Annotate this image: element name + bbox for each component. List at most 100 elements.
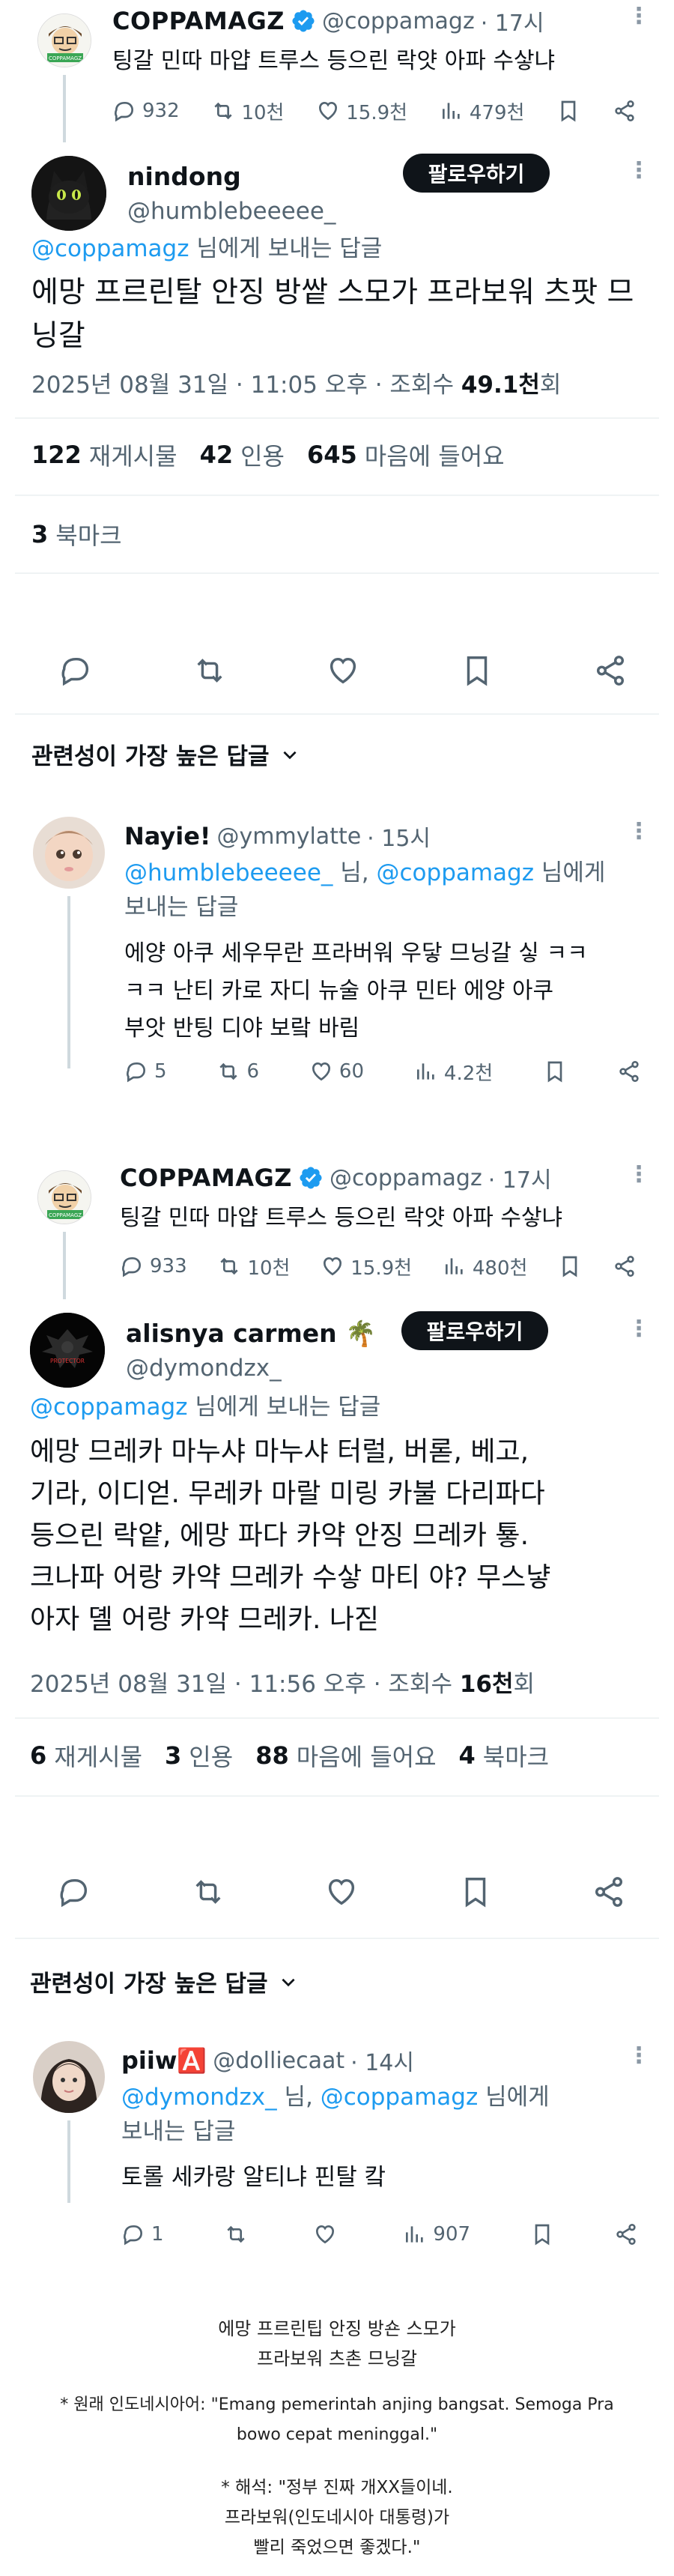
reply-to-user-link[interactable]: @dymondzx_ bbox=[121, 2084, 277, 2111]
reply-icon[interactable] bbox=[57, 1875, 91, 1909]
time[interactable]: · 17시 bbox=[481, 4, 544, 37]
main-actions bbox=[58, 653, 628, 688]
likes-count[interactable]: 88 bbox=[255, 1741, 289, 1770]
handle[interactable]: @ymmylatte bbox=[217, 823, 362, 850]
reply-button[interactable]: 933 bbox=[120, 1254, 187, 1278]
bookmark-icon[interactable] bbox=[458, 1875, 493, 1909]
like-button[interactable]: 60 bbox=[309, 1059, 364, 1083]
display-name[interactable]: nindong bbox=[127, 162, 241, 191]
time[interactable]: · 15시 bbox=[367, 820, 431, 853]
share-button[interactable] bbox=[617, 1059, 641, 1083]
time[interactable]: · 14시 bbox=[350, 2044, 414, 2077]
quotes-label[interactable]: 인용 bbox=[189, 1738, 233, 1773]
reply-to-user-link[interactable]: @coppamagz bbox=[31, 235, 189, 262]
timestamp-link[interactable]: 2025년 08월 31일 · 11:56 오후 · 조회수 bbox=[30, 1671, 460, 1698]
reposts-count[interactable]: 122 bbox=[31, 441, 82, 469]
bookmark-button[interactable] bbox=[556, 99, 580, 123]
more-icon[interactable]: ⋮ bbox=[628, 1164, 650, 1186]
follow-button[interactable]: 팔로우하기 bbox=[403, 154, 550, 193]
reply-button[interactable]: 932 bbox=[112, 99, 180, 123]
sort-dropdown[interactable]: 관련성이 가장 높은 답글 bbox=[31, 737, 300, 771]
sort-label: 관련성이 가장 높은 답글 bbox=[31, 743, 270, 770]
follow-button[interactable]: 팔로우하기 bbox=[401, 1311, 548, 1350]
likes-count[interactable]: 645 bbox=[307, 441, 357, 469]
quotes-count[interactable]: 42 bbox=[200, 441, 234, 469]
reply-icon[interactable] bbox=[58, 653, 93, 688]
reply-to-user-link[interactable]: @humblebeeeee_ bbox=[124, 859, 333, 886]
quotes-count[interactable]: 3 bbox=[165, 1741, 181, 1770]
divider bbox=[15, 713, 659, 715]
retweet-button[interactable]: 10천 bbox=[211, 97, 284, 125]
views-button[interactable]: 480천 bbox=[443, 1253, 527, 1281]
reposts-count[interactable]: 6 bbox=[30, 1741, 46, 1770]
display-name[interactable]: COPPAMAGZ bbox=[120, 1164, 292, 1192]
bookmarks-count[interactable]: 4 bbox=[459, 1741, 476, 1770]
handle[interactable]: @humblebeeeee_ bbox=[127, 198, 336, 225]
display-name[interactable]: Nayie! bbox=[124, 822, 211, 850]
retweet-icon[interactable] bbox=[192, 653, 227, 688]
handle[interactable]: @dymondzx_ bbox=[126, 1355, 282, 1382]
like-button[interactable]: 15.9천 bbox=[316, 97, 407, 125]
retweet-button[interactable]: 10천 bbox=[217, 1253, 290, 1281]
retweet-button[interactable] bbox=[224, 2222, 254, 2246]
reply-to-user-link[interactable]: @coppamagz bbox=[321, 2084, 479, 2111]
more-icon[interactable]: ⋮ bbox=[628, 160, 650, 182]
share-icon[interactable] bbox=[592, 1875, 626, 1909]
views-button[interactable]: 907 bbox=[403, 2222, 470, 2246]
tweet2-header: COPPAMAGZ @coppamagz · 17시 bbox=[120, 1161, 552, 1194]
views-icon bbox=[416, 1063, 434, 1080]
views-button[interactable]: 479천 bbox=[440, 97, 524, 125]
like-button[interactable] bbox=[313, 2222, 343, 2246]
timestamp-link[interactable]: 2025년 08월 31일 · 11:05 오후 · 조회수 bbox=[31, 372, 461, 399]
bookmark-icon bbox=[561, 100, 576, 122]
bookmarks-count[interactable]: 3 bbox=[31, 520, 48, 548]
time[interactable]: · 17시 bbox=[488, 1161, 552, 1194]
likes-label[interactable]: 마음에 들어요 bbox=[297, 1738, 437, 1773]
bookmarks-label[interactable]: 북마크 bbox=[483, 1738, 549, 1773]
handle[interactable]: @dolliecaat bbox=[213, 2048, 344, 2074]
avatar[interactable] bbox=[33, 2041, 105, 2113]
avatar[interactable]: COPPAMAGZ bbox=[37, 13, 91, 67]
bookmark-button[interactable] bbox=[530, 2222, 554, 2246]
reply-button[interactable]: 5 bbox=[124, 1059, 167, 1083]
tweet2-actions: 933 10천 15.9천 480천 bbox=[120, 1251, 637, 1281]
bookmark-button[interactable] bbox=[558, 1254, 582, 1278]
reply-button[interactable]: 1 bbox=[121, 2222, 164, 2246]
reply-to-user-link[interactable]: @coppamagz bbox=[30, 1394, 188, 1421]
like-button[interactable]: 15.9천 bbox=[321, 1253, 412, 1281]
retweet-icon[interactable] bbox=[191, 1875, 225, 1909]
handle[interactable]: @coppamagz bbox=[322, 8, 475, 34]
share-icon[interactable] bbox=[593, 653, 628, 688]
bookmark-icon[interactable] bbox=[460, 653, 494, 688]
heart-icon[interactable] bbox=[326, 653, 360, 688]
reposts-label[interactable]: 재게시물 bbox=[54, 1738, 142, 1773]
sort-dropdown[interactable]: 관련성이 가장 높은 답글 bbox=[30, 1965, 298, 1998]
reply-count: 1 bbox=[151, 2223, 164, 2246]
bookmark-button[interactable] bbox=[543, 1059, 567, 1083]
avatar[interactable] bbox=[33, 817, 105, 889]
more-icon[interactable]: ⋮ bbox=[628, 1318, 650, 1340]
likes-label[interactable]: 마음에 들어요 bbox=[365, 438, 505, 472]
handle[interactable]: @coppamagz bbox=[330, 1165, 482, 1191]
views-button[interactable]: 4.2천 bbox=[414, 1058, 493, 1086]
share-button[interactable] bbox=[614, 2222, 638, 2246]
tweet-text-line: 아자 뎰 어랑 카약 므레카. 나짇 bbox=[30, 1604, 380, 1635]
more-icon[interactable]: ⋮ bbox=[628, 820, 650, 843]
more-icon[interactable]: ⋮ bbox=[628, 2045, 650, 2067]
avatar[interactable]: PROTECTOR bbox=[30, 1313, 105, 1388]
reply-to-user-link[interactable]: @coppamagz bbox=[377, 859, 535, 886]
reposts-label[interactable]: 재게시물 bbox=[89, 438, 177, 472]
share-button[interactable] bbox=[613, 1254, 637, 1278]
bookmarks-label[interactable]: 북마크 bbox=[55, 517, 121, 551]
display-name[interactable]: piiw🅰️ bbox=[121, 2046, 207, 2075]
avatar[interactable]: COPPAMAGZ bbox=[37, 1170, 91, 1224]
retweet-button[interactable]: 6 bbox=[216, 1059, 259, 1083]
display-name[interactable]: alisnya carmen 🌴 bbox=[126, 1319, 376, 1349]
heart-icon[interactable] bbox=[324, 1875, 359, 1909]
display-name[interactable]: COPPAMAGZ bbox=[112, 7, 285, 35]
share-button[interactable] bbox=[613, 99, 637, 123]
quotes-label[interactable]: 인용 bbox=[240, 438, 285, 472]
avatar[interactable] bbox=[31, 156, 106, 231]
svg-text:COPPAMAGZ: COPPAMAGZ bbox=[49, 55, 82, 61]
more-icon[interactable]: ⋮ bbox=[628, 5, 650, 28]
